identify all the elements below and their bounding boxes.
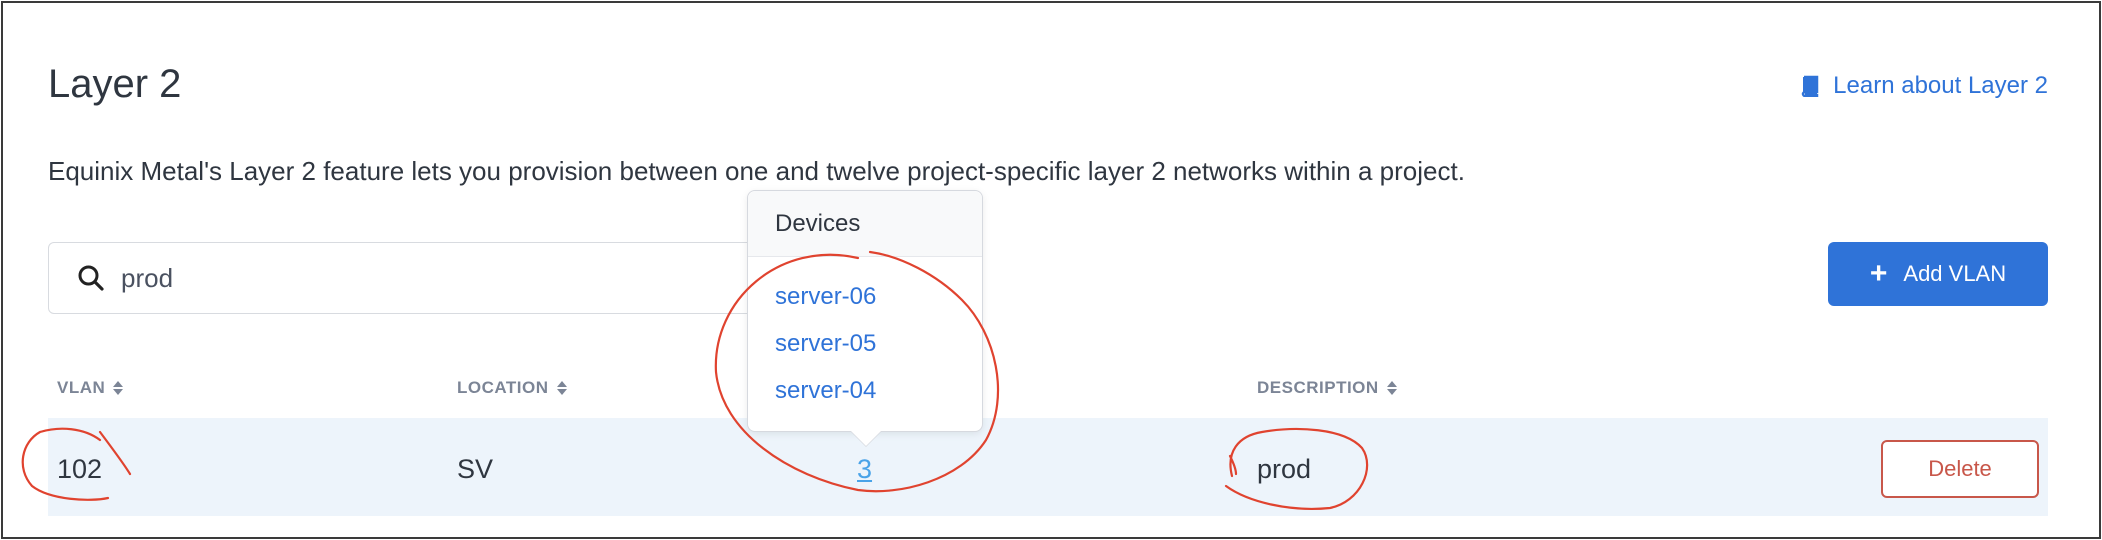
search-icon — [78, 265, 104, 291]
description-cell: prod — [1257, 454, 1312, 484]
page-title: Layer 2 — [48, 62, 182, 106]
column-header-vlan[interactable]: VLAN — [57, 378, 124, 398]
vlan-cell: 102 — [57, 454, 103, 484]
location-cell: SV — [457, 454, 494, 484]
add-vlan-button[interactable]: + Add VLAN — [1828, 242, 2048, 306]
device-link[interactable]: server-04 — [748, 367, 982, 414]
sort-icon — [113, 381, 124, 395]
book-icon — [1801, 75, 1819, 97]
devices-count-link[interactable]: 3 — [857, 454, 872, 485]
sort-icon — [1386, 381, 1397, 395]
sort-icon — [556, 381, 567, 395]
popover-device-list: server-06 server-05 server-04 — [748, 257, 982, 414]
plus-icon: + — [1869, 257, 1888, 290]
column-header-description[interactable]: DESCRIPTION — [1257, 378, 1397, 398]
popover-title: Devices — [748, 191, 982, 257]
device-link[interactable]: server-05 — [748, 320, 982, 367]
search-input[interactable] — [121, 262, 721, 294]
learn-about-layer2-link[interactable]: Learn about Layer 2 — [1799, 72, 2048, 100]
table-row — [48, 418, 2048, 516]
device-link[interactable]: server-06 — [748, 273, 982, 320]
learn-link-label: Learn about Layer 2 — [1833, 72, 2048, 99]
column-header-location[interactable]: LOCATION — [457, 378, 567, 398]
devices-popover: Devices server-06 server-05 server-04 — [747, 190, 983, 432]
delete-button[interactable]: Delete — [1881, 440, 2039, 498]
popover-caret — [850, 430, 882, 446]
page-description: Equinix Metal's Layer 2 feature lets you… — [48, 156, 1465, 186]
add-vlan-label: Add VLAN — [1903, 261, 2007, 286]
